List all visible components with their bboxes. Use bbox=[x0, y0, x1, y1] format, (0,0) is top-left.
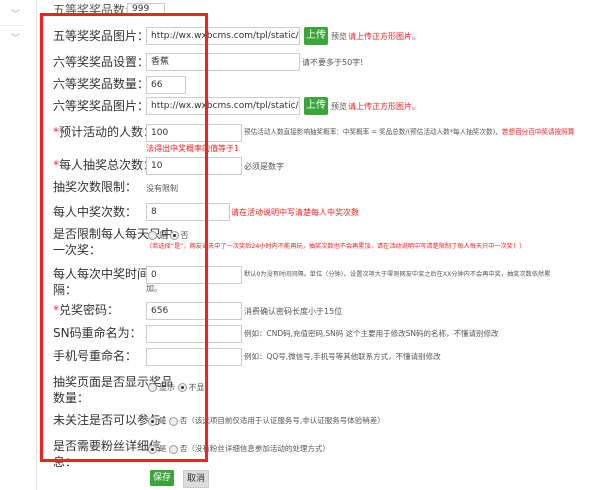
highlight-box bbox=[40, 13, 208, 462]
hint: 必须是数字 bbox=[244, 162, 284, 171]
chevron-down-icon[interactable]: ﹀ bbox=[11, 31, 20, 44]
sidebar: ﹀ ﹀ bbox=[0, 0, 37, 490]
divider bbox=[0, 25, 24, 26]
hint: 例如：QQ号,微信号,手机号等其他联系方式，不懂请别修改 bbox=[244, 352, 441, 361]
hint: 请不要多于50字! bbox=[302, 58, 364, 67]
upload-button[interactable]: 上传 bbox=[304, 97, 328, 115]
save-button[interactable]: 保存 bbox=[150, 470, 174, 486]
note: 请在活动说明中写清楚每人中奖次数 bbox=[231, 208, 359, 217]
upload-button[interactable]: 上传 bbox=[304, 27, 328, 45]
note: 请上传正方形图片。 bbox=[348, 102, 420, 111]
preview-link[interactable]: 预览 bbox=[331, 31, 347, 42]
hint: 默认0为没有时间间隔。单位（分钟）。设置次项大于零则网友中奖之后在XX分钟内不会… bbox=[244, 271, 551, 278]
hint: 例如：CND码,充值密码,SN码 这个主要用于修改SN码的名称，不懂请别修改 bbox=[244, 329, 499, 338]
preview-link[interactable]: 预览 bbox=[331, 101, 347, 112]
hint: 消费确认密码长度小于15位 bbox=[244, 307, 343, 316]
note: 请上传正方形图片。 bbox=[348, 32, 420, 41]
hint: 预估活动人数直接影响抽奖概率：中奖概率 = 奖品总数/(预估活动人数*每人抽奖次… bbox=[244, 128, 575, 136]
chevron-down-icon[interactable]: ﹀ bbox=[11, 7, 20, 20]
note: （若选择“是”，网友当天中了一次奖后24小时内不能再玩，抽奖次数也不会再累加，请… bbox=[146, 243, 526, 250]
cancel-button[interactable]: 取消 bbox=[183, 470, 209, 488]
